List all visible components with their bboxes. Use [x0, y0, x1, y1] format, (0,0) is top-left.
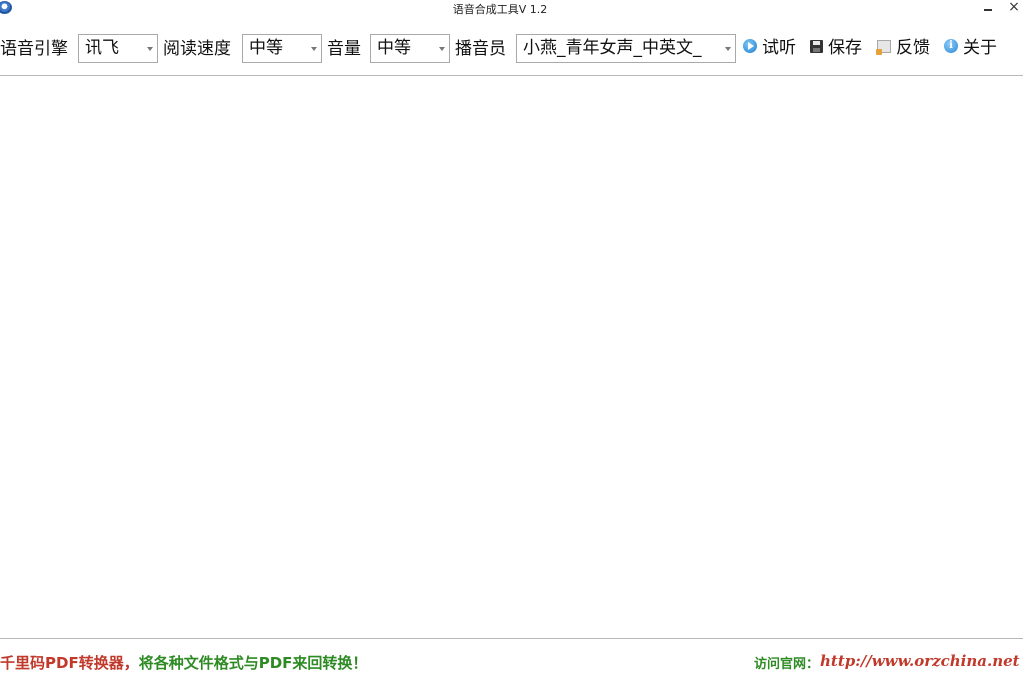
listen-button-label: 试听 [762, 38, 796, 58]
footer-divider [0, 638, 1023, 639]
engine-select[interactable]: 讯飞 [78, 34, 158, 63]
info-icon: i [944, 39, 958, 53]
visit-site-label: 访问官网： [754, 657, 820, 672]
promo-link[interactable]: 千里码PDF转换器，将各种文件格式与PDF来回转换！ [0, 652, 367, 673]
volume-label: 音量 [327, 39, 361, 59]
chevron-down-icon [147, 47, 153, 51]
volume-select[interactable]: 中等 [370, 34, 450, 63]
chevron-down-icon [725, 47, 731, 51]
minimize-button[interactable] [979, 0, 997, 16]
volume-select-value: 中等 [377, 38, 411, 58]
engine-label: 语音引擎 [0, 39, 68, 59]
chevron-down-icon [311, 47, 317, 51]
app-window: 语音合成工具V 1.2 × 语音引擎 讯飞 阅读速度 中等 音量 中等 播音员 … [0, 0, 1023, 680]
promo-description: 将各种文件格式与PDF来回转换！ [138, 654, 368, 672]
speaker-select-value: 小燕_青年女声_中英文_ [523, 38, 702, 58]
speed-select[interactable]: 中等 [242, 34, 322, 63]
feedback-button-label: 反馈 [896, 38, 930, 58]
listen-button[interactable]: 试听 [743, 37, 796, 61]
chevron-down-icon [439, 47, 445, 51]
save-button[interactable]: 保存 [810, 37, 862, 61]
floppy-disk-icon [810, 39, 823, 53]
minimize-icon [984, 9, 992, 11]
toolbar: 语音引擎 讯飞 阅读速度 中等 音量 中等 播音员 小燕_青年女声_中英文_ 试… [0, 33, 1023, 65]
speaker-label: 播音员 [455, 39, 506, 59]
speaker-select[interactable]: 小燕_青年女声_中英文_ [516, 34, 736, 63]
speed-select-value: 中等 [249, 38, 283, 58]
close-button[interactable]: × [1005, 0, 1023, 16]
footer: 千里码PDF转换器，将各种文件格式与PDF来回转换！ 访问官网： http://… [0, 640, 1023, 680]
about-button-label: 关于 [963, 38, 997, 58]
about-button[interactable]: i 关于 [944, 37, 997, 61]
speed-label: 阅读速度 [163, 39, 231, 59]
title-bar: 语音合成工具V 1.2 × [0, 0, 1023, 18]
website-link[interactable]: http://www.orzchina.net [820, 652, 1020, 670]
feedback-button[interactable]: 反馈 [876, 37, 930, 61]
engine-select-value: 讯飞 [85, 38, 119, 58]
play-icon [743, 39, 757, 53]
window-title: 语音合成工具V 1.2 [452, 3, 548, 16]
feedback-icon [876, 39, 891, 55]
text-input-area[interactable] [0, 76, 1023, 638]
promo-product-name: 千里码PDF转换器， [0, 654, 139, 672]
save-button-label: 保存 [828, 38, 862, 58]
